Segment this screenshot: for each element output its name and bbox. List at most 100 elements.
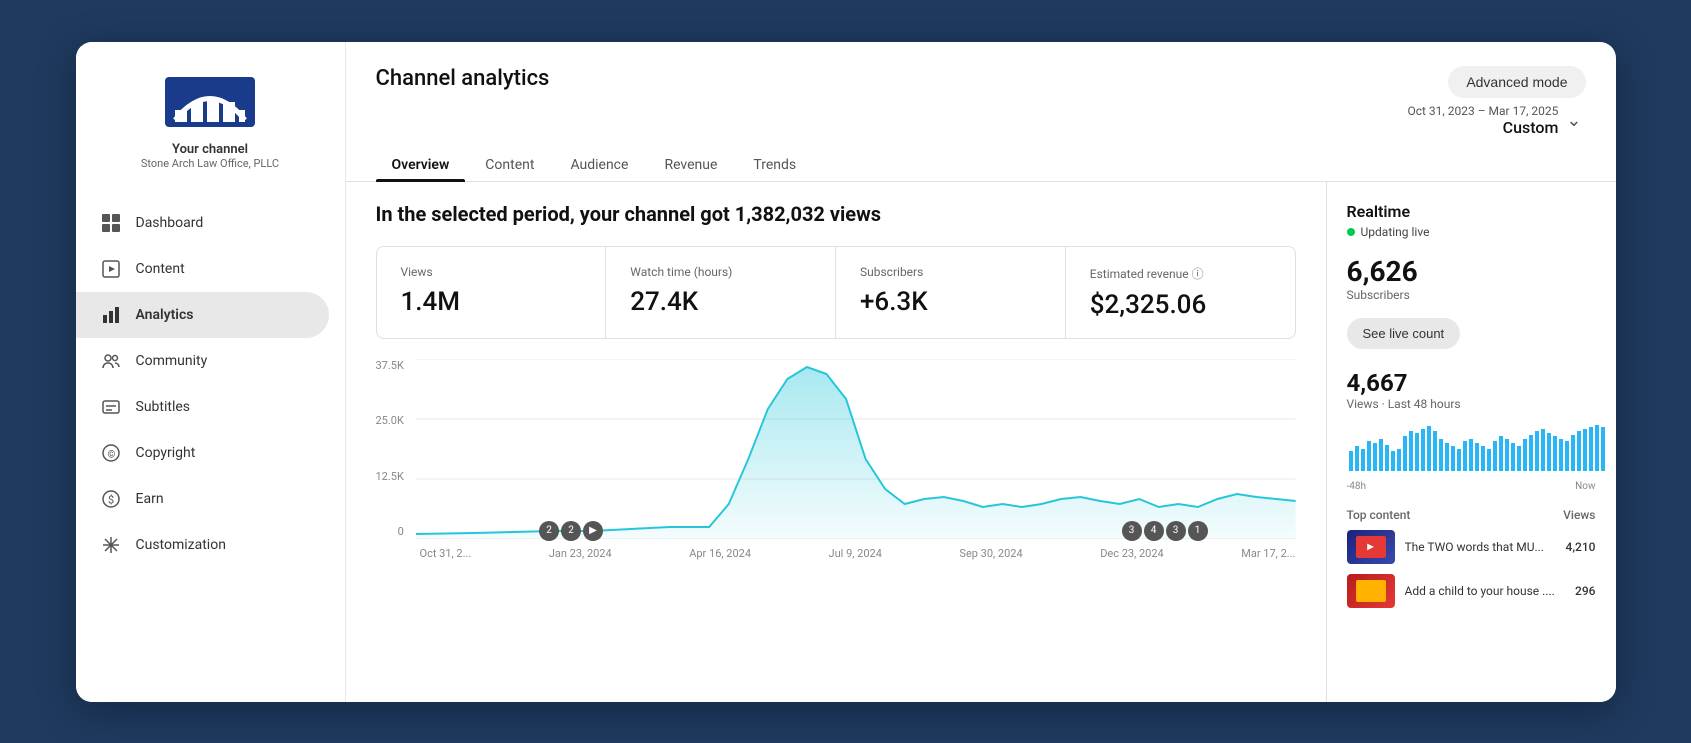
sidebar-item-earn[interactable]: $ Earn	[76, 476, 329, 522]
sidebar-item-dashboard-label: Dashboard	[136, 215, 204, 231]
live-indicator-dot	[1347, 228, 1355, 236]
sidebar-item-community[interactable]: Community	[76, 338, 329, 384]
page-header: Channel analytics Advanced mode Oct 31, …	[346, 42, 1616, 137]
stat-value-revenue: $2,325.06	[1090, 290, 1271, 320]
top-content-header: Top content Views	[1347, 508, 1596, 522]
main-body: In the selected period, your channel got…	[346, 182, 1616, 702]
tab-content[interactable]: Content	[469, 149, 550, 181]
chart-badge-3: 3	[1122, 521, 1142, 541]
revenue-info-icon[interactable]: ⓘ	[1192, 267, 1204, 281]
stat-value-views: 1.4M	[401, 287, 582, 317]
tab-revenue[interactable]: Revenue	[648, 149, 733, 181]
analytics-tabs: Overview Content Audience Revenue Trends	[346, 137, 1616, 182]
chart-badge-3b: 3	[1166, 521, 1186, 541]
sidebar-item-content[interactable]: Content	[76, 246, 329, 292]
copyright-icon: ©	[100, 442, 122, 464]
sidebar-item-analytics-label: Analytics	[136, 307, 194, 323]
live-status: Updating live	[1347, 225, 1596, 239]
content-thumb-1	[1347, 574, 1395, 608]
realtime-mini-chart: .bar { fill: #29b6f6; }	[1347, 421, 1607, 471]
sidebar-item-customization-label: Customization	[136, 537, 226, 553]
mini-chart-end: Now	[1575, 481, 1595, 492]
page-title: Channel analytics	[376, 66, 550, 91]
sidebar: Your channel Stone Arch Law Office, PLLC…	[76, 42, 346, 702]
sidebar-item-customization[interactable]: Customization	[76, 522, 329, 568]
sidebar-item-dashboard[interactable]: Dashboard	[76, 200, 329, 246]
content-icon	[100, 258, 122, 280]
stat-card-watchtime: Watch time (hours) 27.4K	[606, 247, 836, 338]
channel-logo	[160, 72, 260, 132]
realtime-views-label: Views · Last 48 hours	[1347, 397, 1596, 411]
chart-x-labels: Oct 31, 2... Jan 23, 2024 Apr 16, 2024 J…	[376, 547, 1296, 560]
realtime-views-value: 4,667	[1347, 369, 1596, 397]
main-content-area: Channel analytics Advanced mode Oct 31, …	[346, 42, 1616, 702]
date-custom-label: Custom	[1407, 118, 1558, 137]
chart-badge-2b: 2	[561, 521, 581, 541]
stat-value-subscribers: +6.3K	[860, 287, 1041, 317]
sidebar-navigation: Dashboard Content Analytics Community	[76, 200, 345, 568]
stat-label-views: Views	[401, 265, 582, 279]
main-chart-svg	[416, 359, 1296, 539]
channel-name-label: Your channel	[172, 142, 248, 157]
live-label: Updating live	[1361, 225, 1430, 239]
subtitles-icon	[100, 396, 122, 418]
stat-label-watchtime: Watch time (hours)	[630, 265, 811, 279]
chart-play-badge: ▶	[583, 521, 603, 541]
sidebar-item-earn-label: Earn	[136, 491, 164, 507]
content-title-1: Add a child to your house ....	[1405, 584, 1566, 598]
chart-y-axis: 37.5K 25.0K 12.5K 0	[376, 359, 408, 539]
stat-card-subscribers: Subscribers +6.3K	[836, 247, 1066, 338]
chart-area: 2 2 ▶ 3 4 3 1	[416, 359, 1296, 543]
tab-audience[interactable]: Audience	[554, 149, 644, 181]
sidebar-item-analytics[interactable]: Analytics	[76, 292, 329, 338]
content-views-0: 4,210	[1566, 540, 1596, 554]
sidebar-item-community-label: Community	[136, 353, 208, 369]
analytics-icon	[100, 304, 122, 326]
top-content-label: Top content	[1347, 508, 1411, 522]
realtime-subscribers-label: Subscribers	[1347, 288, 1596, 302]
svg-text:$: $	[108, 493, 114, 506]
mini-chart-start: -48h	[1347, 481, 1367, 492]
period-headline: In the selected period, your channel got…	[376, 202, 1296, 226]
chart-badges-left: 2 2 ▶	[539, 521, 603, 541]
channel-logo-area: Your channel Stone Arch Law Office, PLLC	[76, 62, 345, 190]
stats-cards-row: Views 1.4M Watch time (hours) 27.4K Subs…	[376, 246, 1296, 339]
sidebar-item-copyright[interactable]: © Copyright	[76, 430, 329, 476]
sidebar-item-copyright-label: Copyright	[136, 445, 196, 461]
channel-subtitle: Stone Arch Law Office, PLLC	[141, 157, 279, 170]
stat-label-subscribers: Subscribers	[860, 265, 1041, 279]
customization-icon	[100, 534, 122, 556]
date-picker-chevron[interactable]: ⌄	[1566, 110, 1581, 131]
mini-chart-labels: -48h Now	[1347, 481, 1596, 492]
see-live-count-button[interactable]: See live count	[1347, 318, 1461, 349]
content-thumb-0: ▶	[1347, 530, 1395, 564]
sidebar-item-subtitles-label: Subtitles	[136, 399, 191, 415]
stat-card-views: Views 1.4M	[377, 247, 607, 338]
svg-text:©: ©	[107, 448, 115, 460]
stat-value-watchtime: 27.4K	[630, 287, 811, 317]
chart-wrapper: 37.5K 25.0K 12.5K 0	[376, 359, 1296, 543]
chart-badge-1: 1	[1188, 521, 1208, 541]
realtime-subscribers-value: 6,626	[1347, 255, 1596, 288]
date-range-label: Oct 31, 2023 – Mar 17, 2025	[1407, 104, 1558, 118]
stat-card-revenue: Estimated revenue ⓘ $2,325.06	[1066, 247, 1295, 338]
advanced-mode-button[interactable]: Advanced mode	[1448, 66, 1585, 98]
earn-icon: $	[100, 488, 122, 510]
tab-trends[interactable]: Trends	[737, 149, 812, 181]
stat-label-revenue: Estimated revenue ⓘ	[1090, 265, 1271, 282]
realtime-title: Realtime	[1347, 202, 1596, 221]
content-item-0: ▶ The TWO words that MU... 4,210	[1347, 530, 1596, 564]
chart-badge-4: 4	[1144, 521, 1164, 541]
chart-badge-2a: 2	[539, 521, 559, 541]
chart-container: 37.5K 25.0K 12.5K 0	[376, 359, 1296, 560]
top-content-views-header: Views	[1563, 508, 1595, 522]
sidebar-item-content-label: Content	[136, 261, 185, 277]
content-title-0: The TWO words that MU...	[1405, 540, 1556, 554]
analytics-panel: In the selected period, your channel got…	[346, 182, 1326, 702]
tab-overview[interactable]: Overview	[376, 149, 466, 181]
community-icon	[100, 350, 122, 372]
app-window: Your channel Stone Arch Law Office, PLLC…	[76, 42, 1616, 702]
sidebar-item-subtitles[interactable]: Subtitles	[76, 384, 329, 430]
realtime-panel: Realtime Updating live 6,626 Subscribers…	[1326, 182, 1616, 702]
dashboard-icon	[100, 212, 122, 234]
